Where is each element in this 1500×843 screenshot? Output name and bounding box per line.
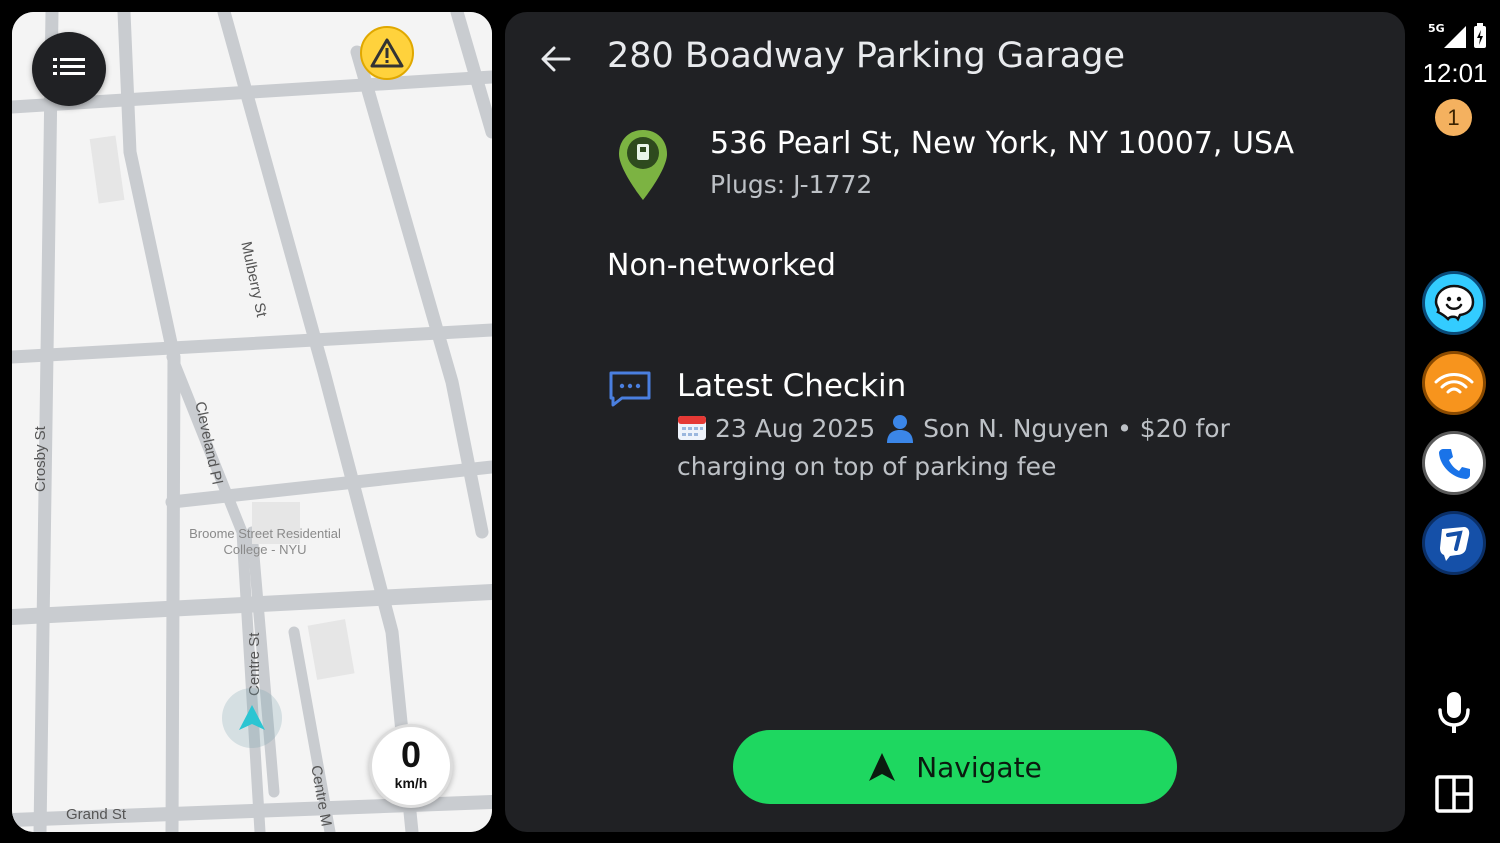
navigate-button[interactable]: Navigate: [733, 730, 1177, 804]
menu-button[interactable]: [32, 32, 106, 106]
comment-icon: [609, 371, 651, 407]
network-status: Non-networked: [607, 248, 836, 283]
waze-icon: [1434, 284, 1475, 322]
signal-icon: [1444, 26, 1466, 48]
speed-value: 0: [400, 734, 422, 775]
app-audible[interactable]: [1422, 351, 1486, 415]
app-phone[interactable]: [1422, 431, 1486, 495]
navigation-arrow-icon: [239, 705, 265, 730]
map-view[interactable]: Mulberry St Cleveland Pl Crosby St Centr…: [12, 12, 492, 832]
list-icon: [53, 58, 85, 75]
place-title: 280 Boadway Parking Garage: [607, 36, 1125, 76]
checkin-date: 23 Aug 2025: [715, 414, 876, 443]
phone-icon: [1439, 449, 1470, 479]
hazard-report-button[interactable]: [360, 26, 414, 80]
navigation-arrow-icon: [869, 753, 896, 781]
place-details-panel: 280 Boadway Parking Garage 536 Pearl St,…: [505, 12, 1405, 832]
current-location-marker: [222, 688, 282, 748]
poi-label: Broome Street Residential College - NYU: [189, 526, 341, 557]
audible-icon: [1434, 373, 1474, 394]
plug-share-icon: [1440, 527, 1470, 561]
place-address: 536 Pearl St, New York, NY 10007, USA: [710, 126, 1295, 161]
street-label-centre: Centre St: [246, 632, 263, 696]
android-auto-screen: Mulberry St Cleveland Pl Crosby St Centr…: [0, 0, 1500, 843]
plug-types: Plugs: J-1772: [710, 170, 873, 199]
app-waze[interactable]: [1422, 271, 1486, 335]
navigate-label: Navigate: [916, 750, 1042, 784]
charging-pin-icon: [619, 130, 667, 200]
latest-checkin-body: 23 Aug 2025 Son N. Nguyen • $20 for char…: [677, 410, 1277, 486]
back-arrow-icon: [541, 46, 571, 72]
warning-icon: [370, 38, 404, 68]
user-icon: [887, 415, 914, 443]
app-chargepoint[interactable]: [1422, 511, 1486, 575]
system-rail: 5G 12:01 1: [1410, 0, 1500, 843]
street-label-grand: Grand St: [66, 806, 127, 823]
latest-checkin-title: Latest Checkin: [677, 368, 907, 404]
notification-badge[interactable]: 1: [1435, 99, 1472, 136]
checkin-user: Son N. Nguyen: [923, 414, 1110, 443]
clock: 12:01: [1422, 58, 1488, 88]
microphone-icon[interactable]: [1434, 690, 1474, 734]
speed-unit: km/h: [394, 775, 428, 791]
battery-icon: [1474, 23, 1486, 48]
speedometer: 0 km/h: [369, 724, 453, 808]
app-launcher-icon[interactable]: [1434, 774, 1474, 814]
network-type-label: 5G: [1428, 22, 1445, 35]
street-label-crosby: Crosby St: [32, 426, 49, 492]
back-button[interactable]: [535, 38, 577, 80]
status-icons: 5G: [1428, 22, 1486, 48]
calendar-icon: [678, 416, 706, 440]
